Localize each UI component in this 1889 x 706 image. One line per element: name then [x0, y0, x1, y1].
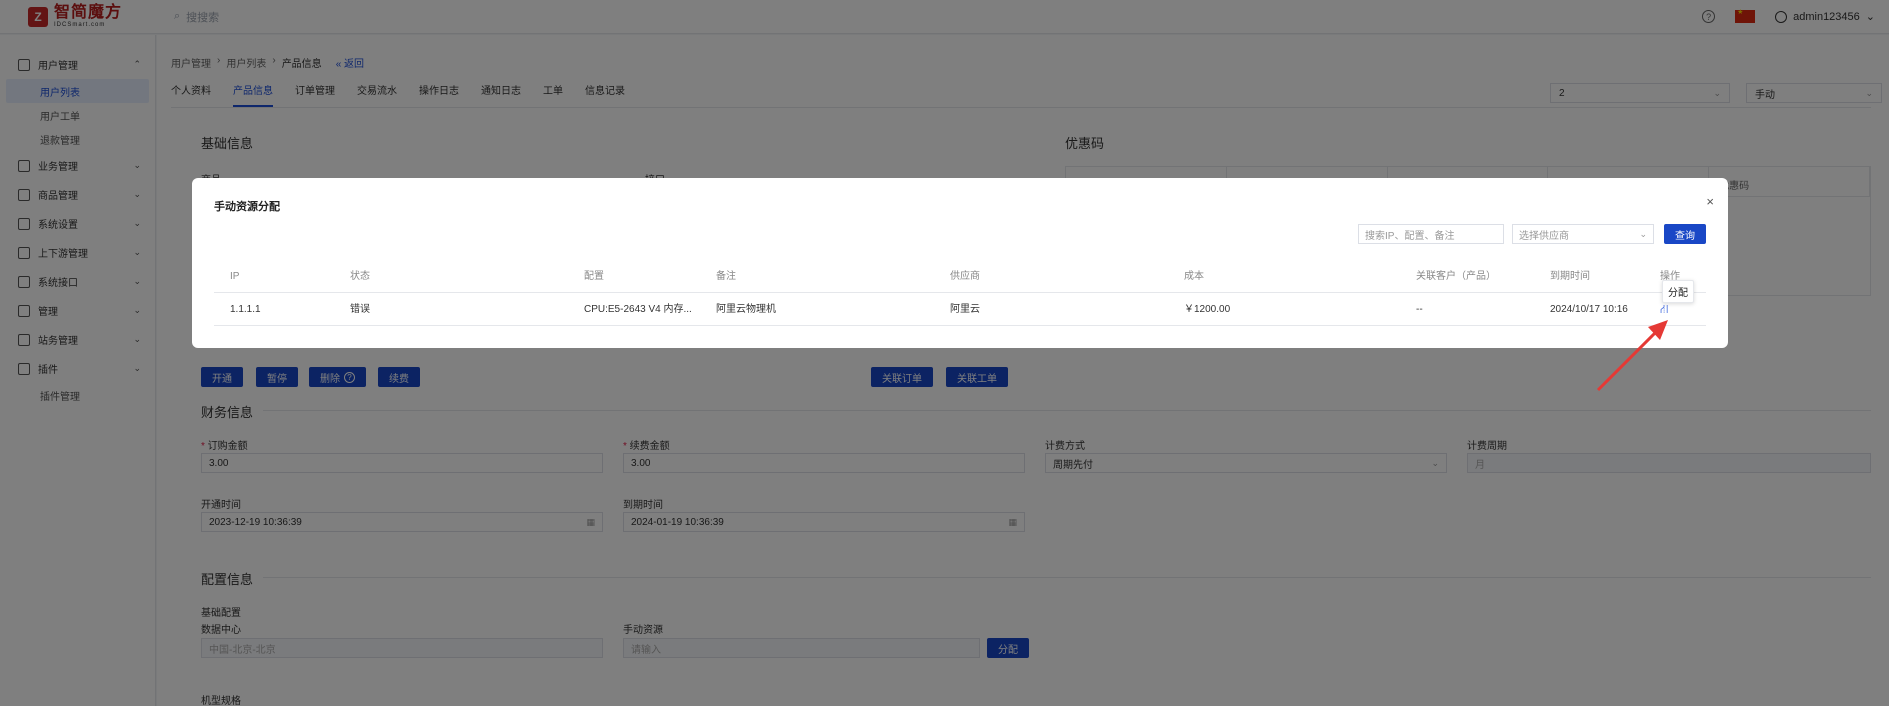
- annotation-arrow: [1596, 320, 1668, 392]
